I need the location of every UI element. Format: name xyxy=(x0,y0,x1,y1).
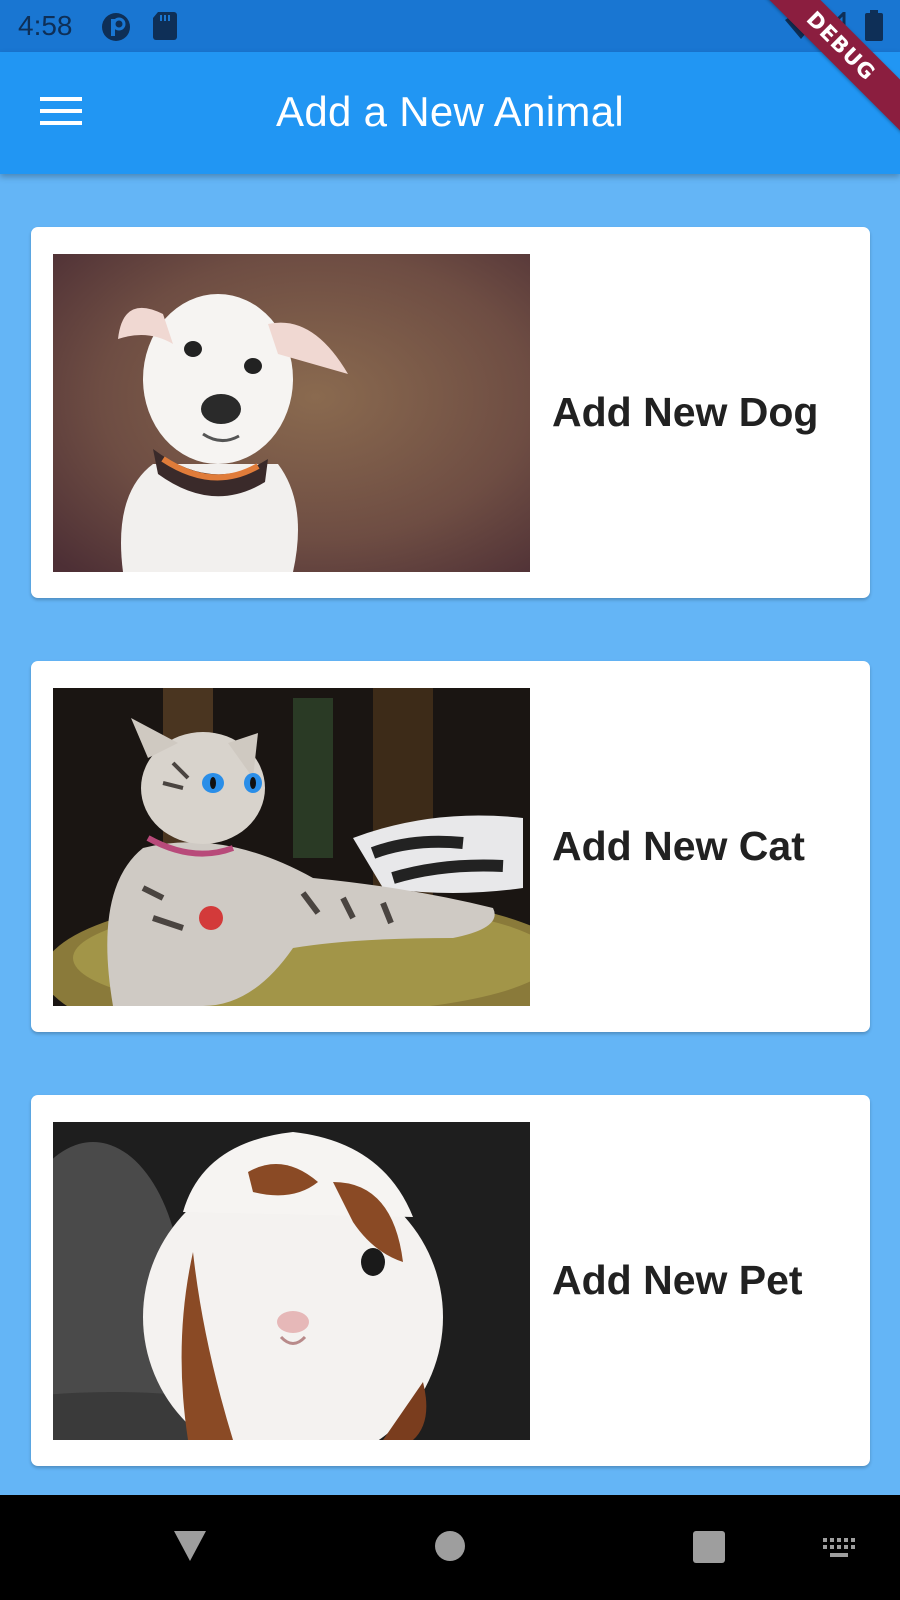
cat-image xyxy=(53,688,530,1006)
app-bar: Add a New Animal xyxy=(0,52,900,174)
add-dog-label: Add New Dog xyxy=(552,389,819,435)
add-cat-card[interactable]: Add New Cat xyxy=(31,661,870,1032)
status-bar: 4:58 xyxy=(0,0,900,52)
recents-icon[interactable] xyxy=(693,1531,725,1568)
add-pet-card[interactable]: Add New Pet xyxy=(31,1095,870,1466)
navigation-bar xyxy=(0,1495,900,1600)
add-pet-label: Add New Pet xyxy=(552,1257,803,1303)
guinea-pig-image xyxy=(53,1122,530,1440)
home-icon[interactable] xyxy=(434,1530,466,1567)
status-time: 4:58 xyxy=(18,10,73,41)
page-title: Add a New Animal xyxy=(276,88,624,135)
add-cat-label: Add New Cat xyxy=(552,823,805,869)
battery-icon xyxy=(864,10,884,47)
keyboard-icon[interactable] xyxy=(822,1537,858,1564)
add-dog-card[interactable]: Add New Dog xyxy=(31,227,870,598)
dog-image xyxy=(53,254,530,572)
back-icon[interactable] xyxy=(172,1529,208,1568)
sd-card-icon xyxy=(152,11,178,46)
app-notification-icon xyxy=(100,11,132,48)
